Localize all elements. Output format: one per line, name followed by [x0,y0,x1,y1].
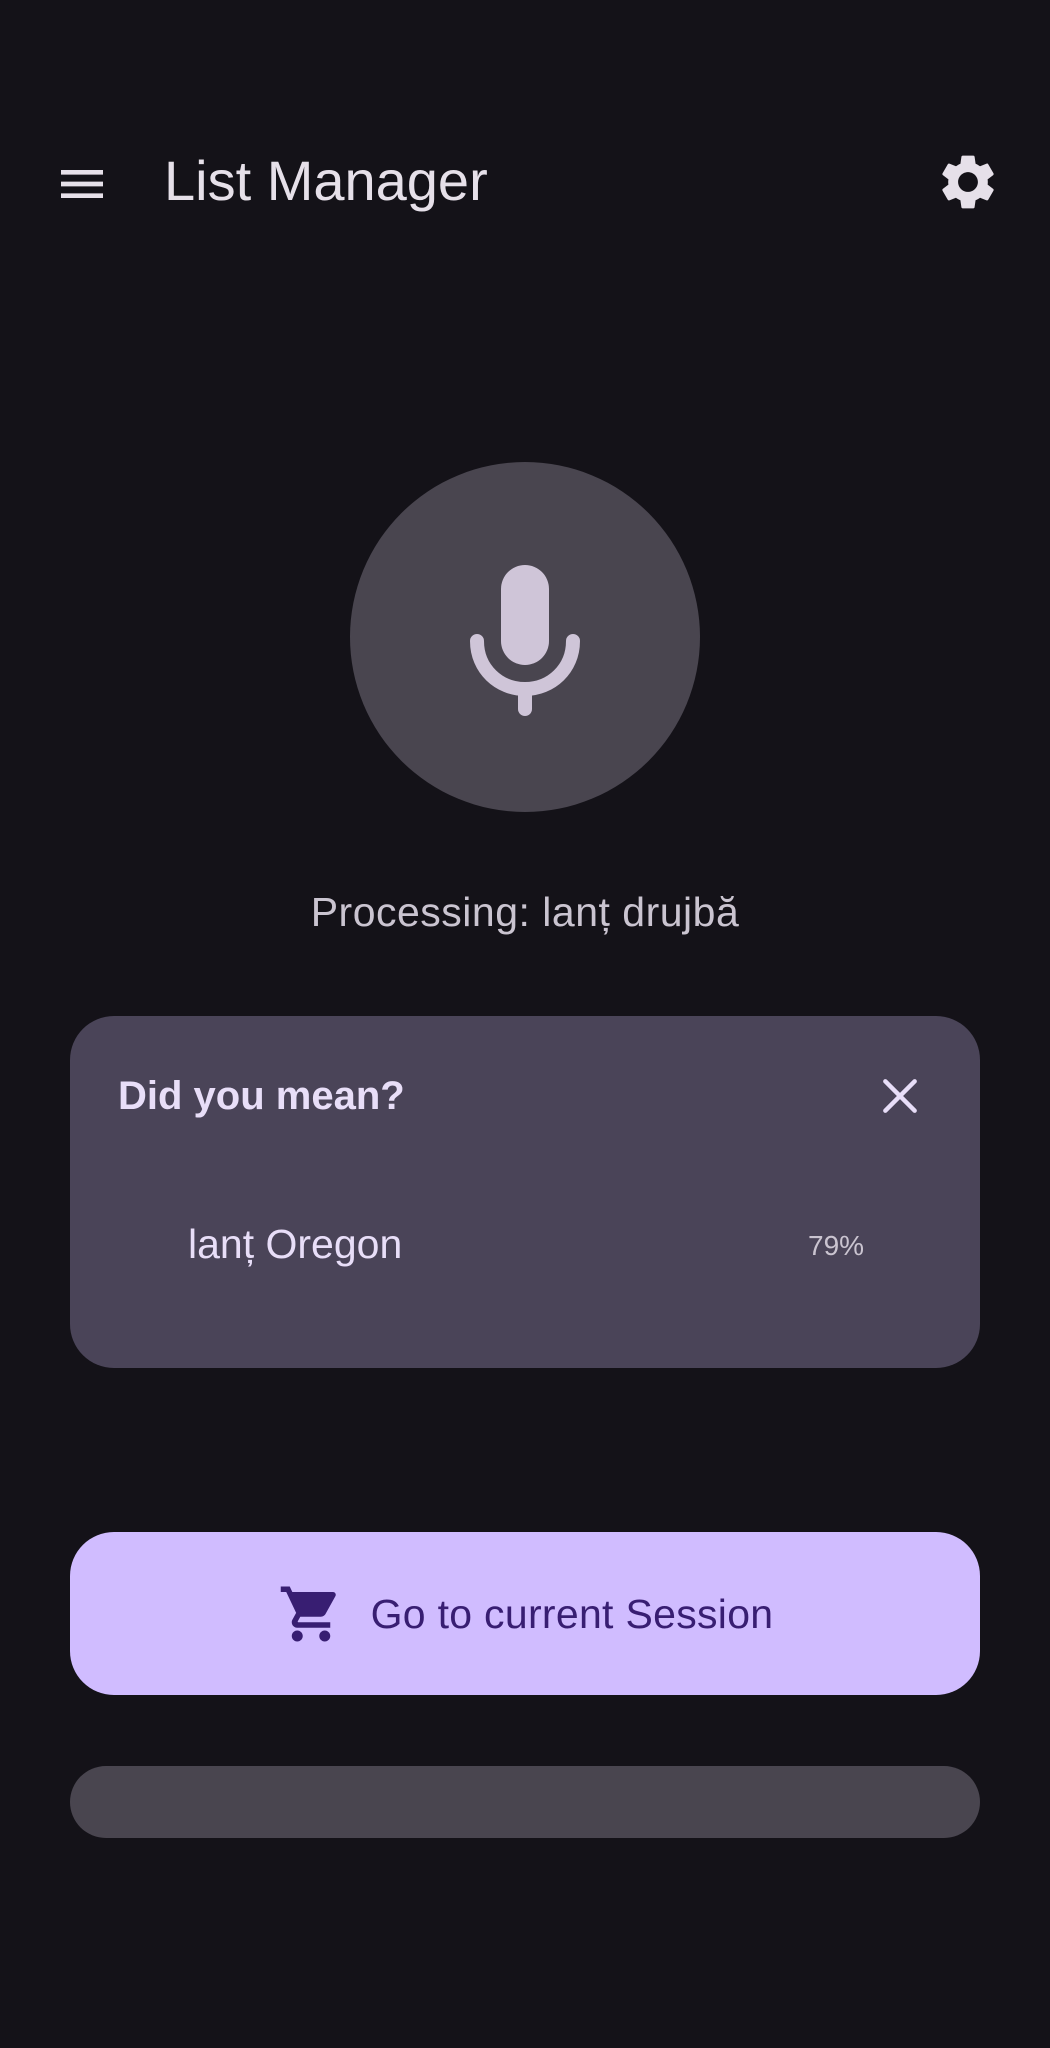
suggestion-confidence: 79% [808,1230,865,1261]
menu-button[interactable] [38,140,126,228]
suggestion-title: Did you mean? [118,1074,405,1118]
suggestion-item[interactable]: lanț Oregon 79% [118,1206,932,1286]
go-to-session-label: Go to current Session [370,1590,774,1637]
microphone-icon [470,565,580,716]
gear-icon [942,155,994,209]
menu-icon [61,170,103,198]
microphone-button[interactable] [350,462,700,812]
bottom-placeholder-bar[interactable] [70,1766,980,1838]
settings-button[interactable] [924,138,1012,226]
app-screen: List Manager Processing: lanț drujbă Did… [0,0,1050,2048]
close-suggestions-button[interactable] [864,1060,936,1132]
shopping-cart-icon [277,1580,345,1648]
page-title: List Manager [164,149,488,212]
close-icon [883,1079,917,1113]
go-to-session-button[interactable]: Go to current Session [70,1532,980,1695]
suggestion-card: Did you mean? lanț Oregon 79% [70,1016,980,1368]
suggestion-label: lanț Oregon [188,1221,403,1267]
processing-status: Processing: lanț drujbă [310,889,740,935]
